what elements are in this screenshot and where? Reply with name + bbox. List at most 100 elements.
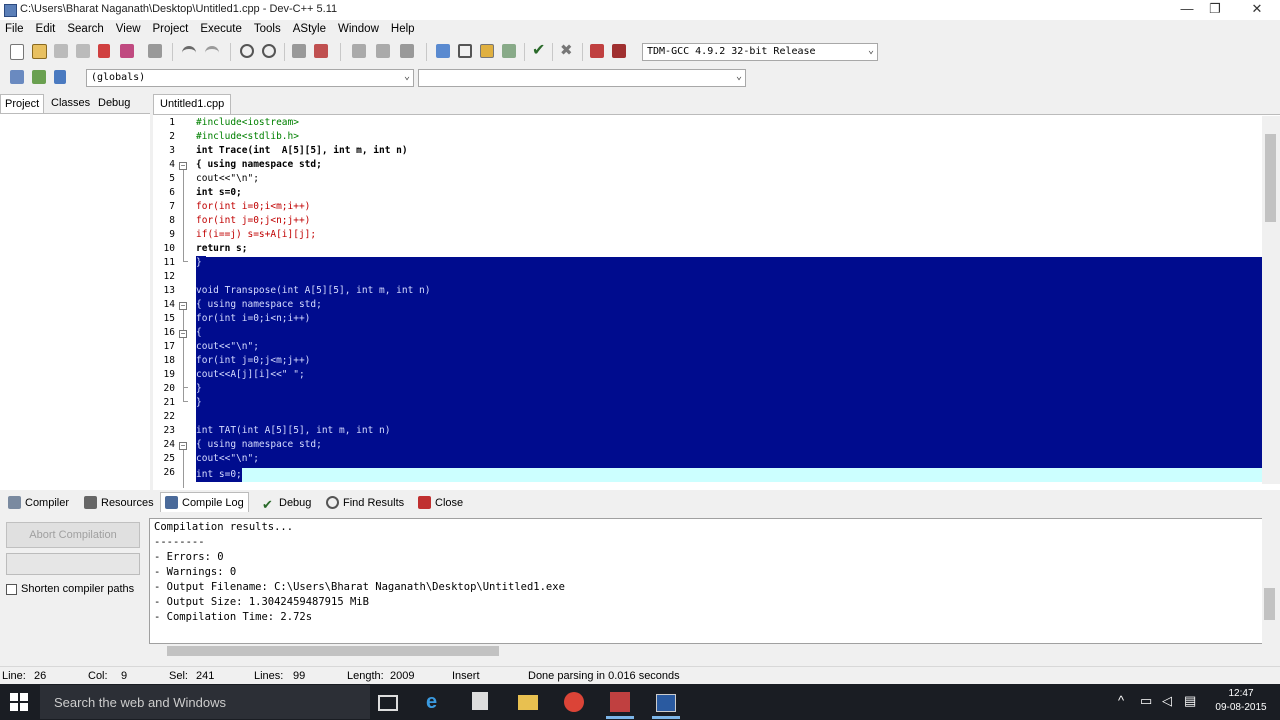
log-vertical-scroll-thumb[interactable] — [1264, 588, 1275, 620]
tab-debug[interactable]: Debug — [98, 94, 130, 113]
save-all-icon[interactable] — [76, 44, 90, 58]
editor-tab-untitled1[interactable]: Untitled1.cpp — [153, 94, 231, 115]
maximize-button[interactable]: ❐ — [1192, 0, 1238, 20]
shorten-paths-option[interactable]: Shorten compiler paths — [6, 583, 146, 599]
compile-icon[interactable] — [436, 44, 450, 58]
devcpp-taskbar-icon[interactable] — [610, 692, 630, 712]
code-text[interactable]: #include<iostream> #include<stdlib.h> in… — [196, 116, 1262, 488]
code-line: cout<<"\n"; — [196, 340, 259, 354]
line-number: 19 — [163, 369, 175, 380]
indent-icon[interactable] — [352, 44, 366, 58]
syntax-check-icon[interactable]: ✔ — [532, 43, 548, 59]
windows-start-icon[interactable] — [10, 693, 28, 711]
clock-time: 12:47 — [1228, 688, 1254, 699]
tab-close[interactable]: Close — [418, 495, 463, 511]
network-icon[interactable]: ▭ — [1140, 693, 1152, 709]
menu-execute[interactable]: Execute — [195, 20, 249, 35]
tab-project[interactable]: Project — [0, 94, 44, 113]
volume-icon[interactable]: ◁ — [1162, 693, 1172, 709]
class-icon[interactable] — [10, 70, 24, 84]
file-explorer-icon[interactable] — [518, 695, 538, 710]
editor-scroll-thumb[interactable] — [1265, 134, 1276, 222]
menu-astyle[interactable]: AStyle — [288, 20, 333, 35]
tab-find-results[interactable]: Find Results — [326, 495, 404, 511]
toggle-comment-icon[interactable] — [400, 44, 414, 58]
goto-line-icon[interactable] — [292, 44, 306, 58]
menu-view[interactable]: View — [111, 20, 148, 35]
goto-declaration-icon[interactable] — [32, 70, 46, 84]
tab-resources-label: Resources — [101, 497, 154, 509]
stop-execution-icon[interactable]: ✖ — [560, 43, 576, 59]
tab-compiler[interactable]: Compiler — [8, 495, 69, 511]
close-window-button[interactable]: ✕ — [1234, 0, 1280, 20]
close-all-icon[interactable] — [120, 44, 134, 58]
tray-expand-icon[interactable]: ^ — [1118, 693, 1124, 708]
rebuild-all-icon[interactable] — [502, 44, 516, 58]
fold-toggle-icon[interactable]: − — [179, 330, 187, 338]
unindent-icon[interactable] — [376, 44, 390, 58]
status-line-value: 26 — [34, 670, 47, 682]
current-line-highlight — [196, 468, 1262, 482]
log-horizontal-scroll-thumb[interactable] — [167, 646, 499, 656]
menu-file[interactable]: File — [0, 20, 31, 35]
log-line: - Compilation Time: 2.72s — [154, 611, 313, 623]
notifications-icon[interactable]: ▤ — [1184, 693, 1196, 709]
menu-edit[interactable]: Edit — [31, 20, 63, 35]
compile-log-output[interactable]: Compilation results... -------- - Errors… — [149, 518, 1266, 644]
tab-debug-bottom[interactable]: ✔ Debug — [262, 495, 311, 511]
tab-compile-log[interactable]: Compile Log — [160, 492, 249, 512]
members-select[interactable]: ⌄ — [418, 69, 746, 87]
run-icon[interactable] — [458, 44, 472, 58]
tab-resources[interactable]: Resources — [84, 495, 154, 511]
code-line: for(int i=0;i<m;i++) — [196, 201, 311, 212]
new-file-icon[interactable] — [10, 44, 24, 60]
compiler-select[interactable]: TDM-GCC 4.9.2 32-bit Release ⌄ — [642, 43, 878, 61]
replace-icon[interactable] — [262, 44, 276, 58]
scope-select[interactable]: (globals) ⌄ — [86, 69, 414, 87]
print-icon[interactable] — [148, 44, 162, 58]
code-line: cout<<A[j][i]<<" "; — [196, 368, 305, 382]
menu-search[interactable]: Search — [62, 20, 110, 35]
screen-recorder-icon[interactable] — [656, 694, 676, 712]
line-number: 10 — [163, 243, 175, 254]
line-number: 17 — [163, 341, 175, 352]
shorten-paths-checkbox[interactable] — [6, 584, 17, 595]
project-panel[interactable] — [0, 113, 150, 490]
open-file-icon[interactable] — [32, 44, 47, 59]
line-number: 21 — [163, 397, 175, 408]
menu-project[interactable]: Project — [148, 20, 196, 35]
abort-compilation-button[interactable]: Abort Compilation — [6, 522, 140, 548]
fold-toggle-icon[interactable]: − — [179, 302, 187, 310]
line-number: 20 — [163, 383, 175, 394]
tab-classes[interactable]: Classes — [51, 94, 90, 113]
code-line: int Trace(int A[5][5], int m, int n) — [196, 145, 408, 156]
profile-icon[interactable] — [590, 44, 604, 58]
menu-help[interactable]: Help — [386, 20, 422, 35]
redo-icon[interactable] — [205, 46, 219, 57]
menu-tools[interactable]: Tools — [249, 20, 288, 35]
find-icon[interactable] — [240, 44, 254, 58]
devcpp-app-icon — [4, 4, 17, 17]
close-file-icon[interactable] — [98, 44, 110, 58]
save-icon[interactable] — [54, 44, 68, 58]
log-vertical-scrollbar[interactable] — [1262, 518, 1278, 644]
code-line: for(int j=0;j<n;j++) — [196, 215, 311, 226]
undo-icon[interactable] — [182, 46, 196, 57]
status-message: Done parsing in 0.016 seconds — [528, 670, 680, 682]
chrome-icon[interactable] — [564, 692, 584, 712]
edge-browser-icon[interactable]: e — [426, 692, 448, 712]
task-view-icon[interactable] — [378, 695, 398, 711]
menu-bar: File Edit Search View Project Execute Tools ASt… — [0, 20, 1280, 40]
delete-profile-icon[interactable] — [612, 44, 626, 58]
line-number: 7 — [169, 201, 175, 212]
store-icon[interactable] — [472, 692, 488, 710]
bookmark-icon[interactable] — [314, 44, 328, 58]
fold-toggle-icon[interactable]: − — [179, 162, 187, 170]
menu-window[interactable]: Window — [333, 20, 386, 35]
taskbar-clock[interactable]: 12:47 09-08-2015 — [1210, 687, 1272, 715]
fold-toggle-icon[interactable]: − — [179, 442, 187, 450]
compile-run-icon[interactable] — [480, 44, 494, 58]
taskbar-search-placeholder: Search the web and Windows — [54, 695, 226, 710]
goto-definition-icon[interactable] — [54, 70, 66, 84]
taskbar-search-box[interactable]: Search the web and Windows — [40, 685, 370, 719]
